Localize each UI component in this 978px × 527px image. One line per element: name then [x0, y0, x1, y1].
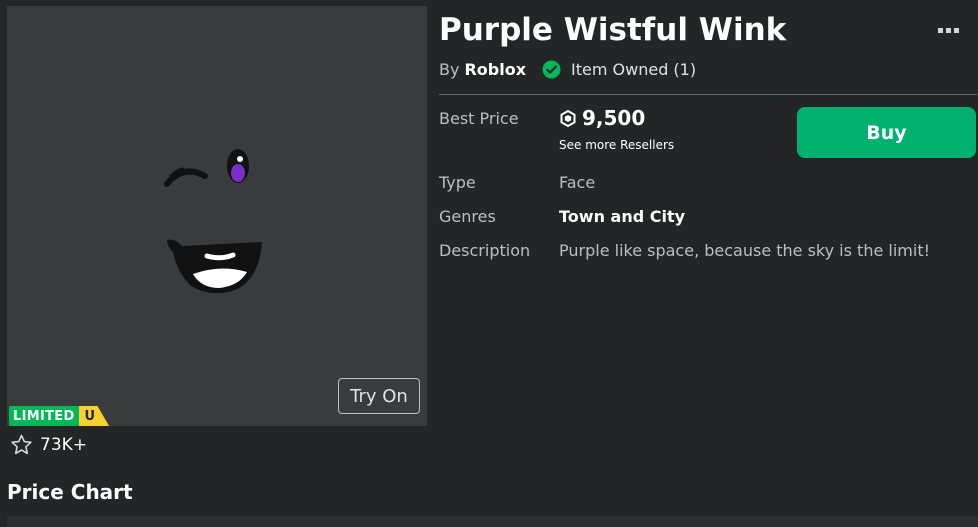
genres-value[interactable]: Town and City: [559, 207, 685, 226]
star-outline-icon[interactable]: [9, 433, 34, 457]
item-title: Purple Wistful Wink: [439, 12, 787, 48]
try-on-button[interactable]: Try On: [338, 378, 420, 414]
favorite-count: 73K+: [40, 435, 88, 455]
ellipsis-icon[interactable]: [938, 28, 959, 33]
item-owned-text: Item Owned (1): [571, 60, 697, 79]
by-label: By: [439, 60, 460, 79]
buy-button[interactable]: Buy: [797, 107, 976, 158]
robux-icon: [560, 109, 576, 127]
type-label: Type: [439, 173, 476, 192]
price-chart-title: Price Chart: [7, 480, 133, 504]
creator-line: By Roblox Item Owned (1): [439, 60, 696, 79]
limited-label: LIMITED: [9, 406, 79, 426]
favorite-control[interactable]: 73K+: [9, 433, 87, 457]
price-amount: 9,500: [582, 106, 646, 130]
price-chart-area: [7, 516, 978, 527]
face-image: [164, 149, 262, 294]
item-thumbnail: Try On LIMITED U: [7, 6, 427, 426]
description-label: Description: [439, 241, 531, 260]
creator-link[interactable]: Roblox: [464, 60, 526, 79]
type-value: Face: [559, 173, 596, 192]
verified-check-icon: [542, 60, 561, 79]
genres-label: Genres: [439, 207, 496, 226]
see-more-resellers-link[interactable]: See more Resellers: [559, 138, 674, 152]
limited-badge: LIMITED U: [9, 406, 110, 426]
best-price-label: Best Price: [439, 109, 519, 128]
price-display: 9,500: [560, 106, 645, 130]
description-value: Purple like space, because the sky is th…: [559, 241, 930, 260]
limited-unique-label: U: [78, 406, 110, 426]
divider: [439, 94, 977, 95]
